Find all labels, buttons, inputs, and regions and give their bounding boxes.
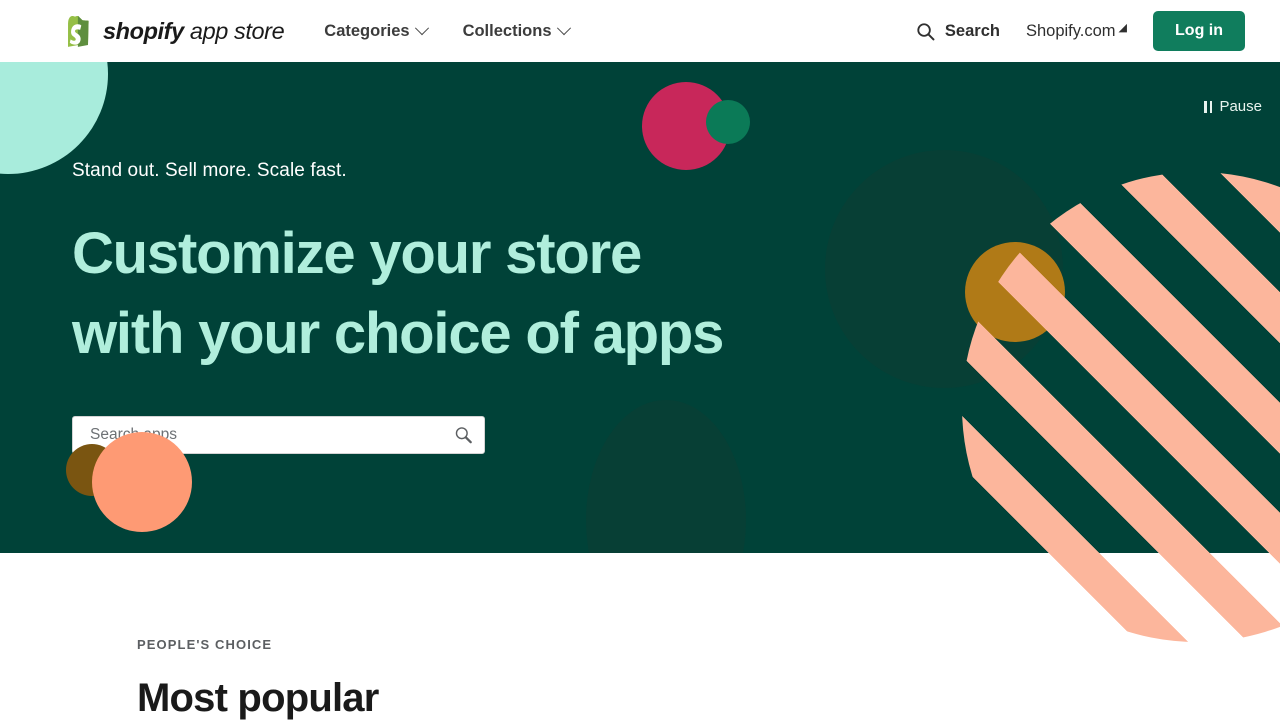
shopify-app-store-logo[interactable]: shopify app store xyxy=(68,15,285,47)
pause-label: Pause xyxy=(1219,98,1262,115)
pause-icon xyxy=(1204,100,1213,113)
external-link-icon: ◢ xyxy=(1118,21,1128,34)
chevron-down-icon xyxy=(556,21,571,36)
login-button[interactable]: Log in xyxy=(1153,11,1245,51)
header-actions: Search Shopify.com ◢ Log in xyxy=(916,11,1245,51)
header-search-button[interactable]: Search xyxy=(916,22,1000,41)
search-icon xyxy=(917,22,935,40)
hero-content: Stand out. Sell more. Scale fast. Custom… xyxy=(72,62,724,454)
nav-item-categories[interactable]: Categories xyxy=(324,21,429,41)
page-root: shopify app store Categories Collections… xyxy=(0,0,1280,720)
logo-word-shopify: shopify xyxy=(103,17,184,44)
shopify-bag-icon xyxy=(68,15,89,47)
shopify-com-link[interactable]: Shopify.com ◢ xyxy=(1026,22,1127,41)
hero-heading: Customize your store with your choice of… xyxy=(72,214,724,374)
logo-word-appstore: app store xyxy=(183,17,285,44)
logo-wordmark: shopify app store xyxy=(103,17,285,45)
decor-stripes xyxy=(962,172,1280,642)
decor-striped-circle xyxy=(962,172,1280,642)
search-icon[interactable] xyxy=(454,426,473,445)
header-search-label: Search xyxy=(944,21,1000,40)
section-title: Most popular xyxy=(137,676,379,720)
hero-banner: Pause Stand out. Sell more. Scale fast. … xyxy=(0,62,1280,642)
carousel-pause-button[interactable]: Pause xyxy=(1204,98,1262,115)
decor-salmon-circle xyxy=(92,432,192,532)
nav-item-collections[interactable]: Collections xyxy=(462,21,571,41)
nav-label-collections: Collections xyxy=(462,21,552,40)
nav-label-categories: Categories xyxy=(324,21,410,40)
hero-heading-line-1: Customize your store xyxy=(72,221,642,286)
hero-eyebrow: Stand out. Sell more. Scale fast. xyxy=(72,160,347,181)
hero-heading-line-2: with your choice of apps xyxy=(72,301,724,366)
chevron-down-icon xyxy=(414,21,429,36)
primary-nav: Categories Collections xyxy=(324,21,571,41)
site-header: shopify app store Categories Collections… xyxy=(0,0,1280,62)
shopify-com-label: Shopify.com xyxy=(1025,21,1116,40)
